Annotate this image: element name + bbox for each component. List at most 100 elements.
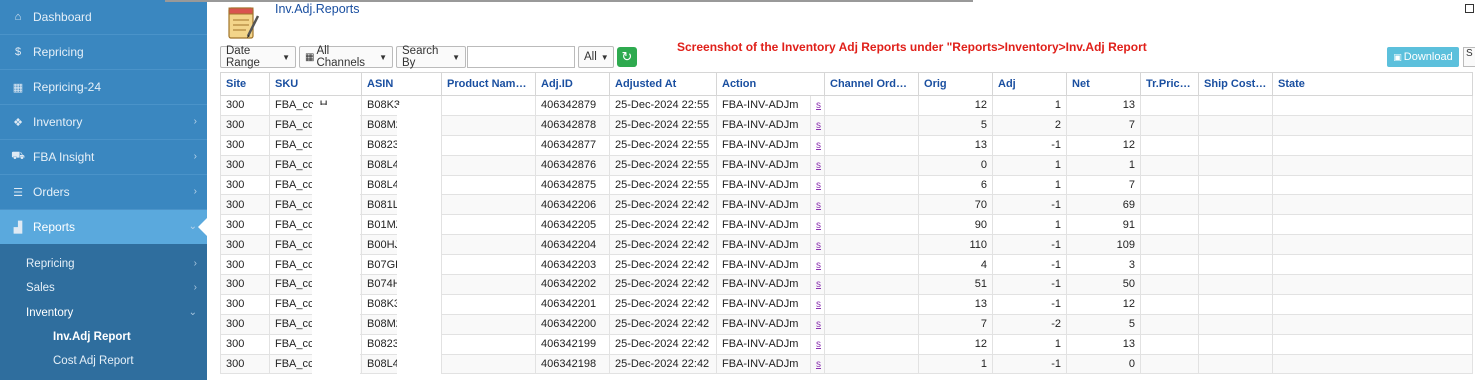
action-link[interactable]: s <box>816 319 821 330</box>
table-cell <box>441 134 536 156</box>
table-cell: 1 <box>992 154 1068 176</box>
column-header[interactable]: Adj.ID <box>535 72 610 96</box>
search-by-dropdown[interactable]: Search By ▼ <box>396 45 466 69</box>
submenu-item-inventory[interactable]: Inventory ⌄ <box>0 301 207 325</box>
sidebar-item-fba-insight[interactable]: ⛟ FBA Insight › <box>0 140 207 175</box>
sidebar-item-repricing[interactable]: $ Repricing <box>0 35 207 70</box>
caret-down-icon: ▼ <box>379 52 387 62</box>
action-link[interactable]: s <box>816 120 821 131</box>
table-cell <box>1140 333 1200 355</box>
sidebar-item-label: Repricing-24 <box>33 80 102 94</box>
submenu-item-cost-adj-report[interactable]: Cost Adj Report <box>0 349 207 373</box>
action-link[interactable]: s <box>816 359 821 370</box>
column-header[interactable]: Net <box>1066 72 1142 96</box>
table-cell <box>1198 154 1274 176</box>
table-cell: 1 <box>992 174 1068 196</box>
column-header[interactable]: Orig <box>918 72 994 96</box>
table-cell: s <box>809 114 826 136</box>
column-header[interactable]: Action <box>715 72 826 96</box>
table-cell <box>1272 114 1474 136</box>
column-header[interactable]: Tr.Price... <box>1140 72 1200 96</box>
table-cell: FBA-INV-ADJm <box>716 194 811 216</box>
column-header[interactable]: Adj <box>992 72 1068 96</box>
table-cell <box>824 313 920 335</box>
submenu-item-sales[interactable]: Sales › <box>0 276 207 300</box>
action-link[interactable]: s <box>816 200 821 211</box>
table-cell: 25-Dec-2024 22:42 <box>609 293 717 315</box>
sidebar-item-repricing-24[interactable]: ▦ Repricing-24 <box>0 70 207 105</box>
table-cell <box>1272 174 1474 196</box>
table-cell: 300 <box>220 134 270 156</box>
refresh-button[interactable]: ↻ <box>617 47 637 67</box>
table-cell: FBA-INV-ADJm <box>716 293 811 315</box>
column-header[interactable]: Adjusted At <box>609 72 717 96</box>
table-cell <box>441 333 536 355</box>
action-link[interactable]: s <box>816 220 821 231</box>
table-cell: 406342204 <box>535 234 610 256</box>
sidebar-item-label: FBA Insight <box>33 150 95 164</box>
table-cell: s <box>809 353 826 375</box>
table-cell <box>1272 293 1474 315</box>
submenu-item-repricing[interactable]: Repricing › <box>0 252 207 276</box>
table-cell <box>824 95 920 116</box>
table-cell: 406342877 <box>535 134 610 156</box>
table-cell: -1 <box>992 254 1068 276</box>
table-cell <box>1198 353 1274 375</box>
column-header[interactable]: Ship Cost ... <box>1198 72 1274 96</box>
action-link[interactable]: s <box>816 260 821 271</box>
table-cell: s <box>809 194 826 216</box>
action-link[interactable]: s <box>816 279 821 290</box>
table-cell: 406342203 <box>535 254 610 276</box>
table-cell: 5 <box>918 114 994 136</box>
table-cell <box>441 214 536 236</box>
table-cell: FBA-INV-ADJm <box>716 313 811 335</box>
table-cell <box>1198 194 1274 216</box>
column-header[interactable]: ASIN <box>361 72 442 96</box>
chevron-right-icon: › <box>193 282 197 293</box>
table-cell <box>1140 234 1200 256</box>
column-header[interactable]: Channel OrderI... <box>824 72 920 96</box>
action-link[interactable]: s <box>816 299 821 310</box>
table-cell <box>441 293 536 315</box>
extra-button[interactable]: S <box>1463 47 1475 67</box>
redaction-mask <box>397 105 441 380</box>
sidebar-item-label: Orders <box>33 185 70 199</box>
submenu-item-inv-adj-report[interactable]: Inv.Adj Report <box>0 325 207 349</box>
table-cell <box>824 114 920 136</box>
table-cell <box>441 95 536 116</box>
channels-dropdown[interactable]: ▦ All Channels ▼ <box>299 45 393 69</box>
table-cell: 25-Dec-2024 22:42 <box>609 214 717 236</box>
filter-select[interactable]: All ▼ <box>578 46 614 68</box>
table-cell: 4 <box>918 254 994 276</box>
caret-down-icon: ▼ <box>452 52 460 62</box>
action-link[interactable]: s <box>816 140 821 151</box>
maximize-icon[interactable] <box>1465 4 1474 13</box>
action-link[interactable]: s <box>816 160 821 171</box>
table-cell <box>441 274 536 295</box>
column-header[interactable]: Site <box>220 72 270 96</box>
download-button[interactable]: ▣ Download <box>1387 47 1459 67</box>
table-cell: -1 <box>992 234 1068 256</box>
table-cell <box>1198 214 1274 236</box>
action-link[interactable]: s <box>816 100 821 111</box>
table-cell <box>1272 214 1474 236</box>
search-input[interactable] <box>467 46 575 68</box>
table-cell: 406342199 <box>535 333 610 355</box>
sidebar-item-dashboard[interactable]: ⌂ Dashboard <box>0 0 207 35</box>
table-cell: 300 <box>220 214 270 236</box>
sidebar-item-inventory[interactable]: ❖ Inventory › <box>0 105 207 140</box>
action-link[interactable]: s <box>816 339 821 350</box>
table-cell: 1 <box>992 95 1068 116</box>
column-header[interactable]: SKU <box>269 72 362 96</box>
table-cell: 5 <box>1066 313 1142 335</box>
column-header[interactable]: Product Name ... <box>441 72 536 96</box>
table-cell <box>824 333 920 355</box>
date-range-dropdown[interactable]: Date Range ▼ <box>220 45 296 69</box>
column-header[interactable]: State <box>1272 72 1474 96</box>
action-link[interactable]: s <box>816 240 821 251</box>
action-link[interactable]: s <box>816 180 821 191</box>
table-cell <box>1198 333 1274 355</box>
sidebar-item-orders[interactable]: ☰ Orders › <box>0 175 207 210</box>
table-cell <box>441 154 536 176</box>
sidebar-item-reports[interactable]: ▟ Reports ⌄ <box>0 210 207 245</box>
